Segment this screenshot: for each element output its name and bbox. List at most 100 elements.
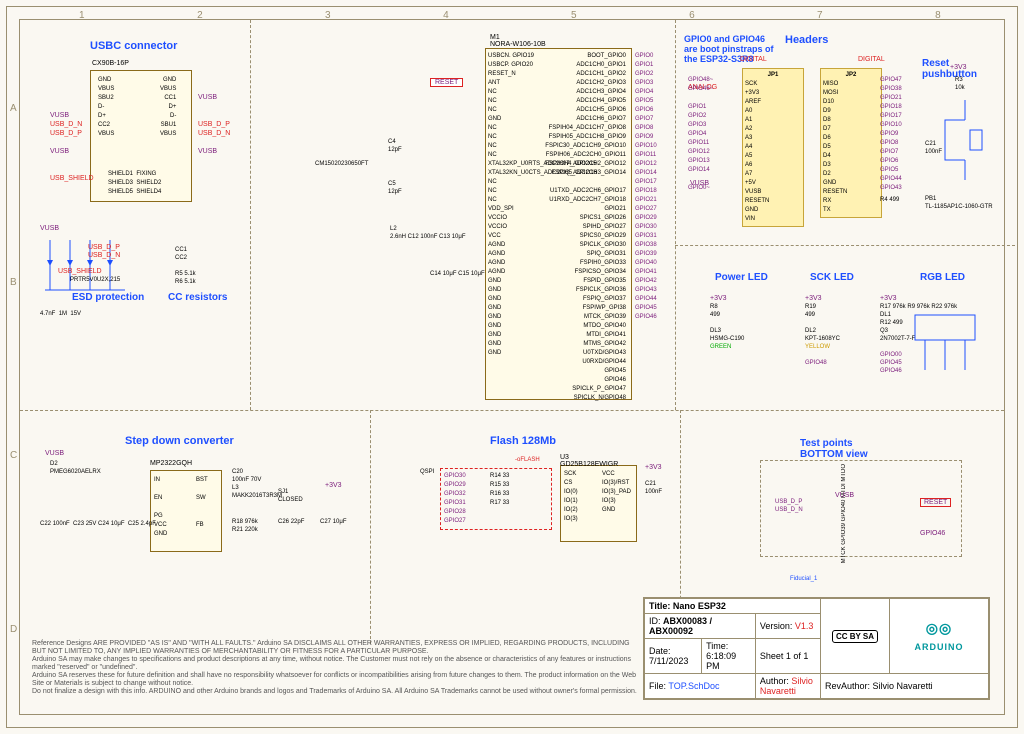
lbl: ID:: [649, 616, 661, 626]
flash-cap: C21100nF: [645, 480, 662, 496]
fiducial: Fiducial_1: [790, 575, 817, 583]
sd-c27: C27 10μF: [320, 518, 346, 526]
val: 12pF: [388, 189, 402, 195]
sect-rgb: RGB LED: [920, 272, 965, 283]
usbc-shield: SHIELD1 FIXINGSHIELD3 SHIELD2SHIELD5 SHI…: [108, 170, 161, 197]
sd-right: C20100nF 70VL3 MAKK2016T3R3M: [232, 468, 282, 500]
schematic-page: 1 2 3 4 5 6 7 8 A B C D USBC connector E…: [0, 0, 1024, 734]
grid-col-1: 1: [79, 10, 85, 21]
hdr-d2: DIGITAL: [858, 56, 885, 63]
jp1-nets: GPIO48~GPIO46~GPIO1GPIO2GPIO3GPIO4GPIO11…: [688, 76, 713, 193]
divider: [250, 20, 251, 410]
xtal: CM15020230650FT: [315, 160, 368, 168]
netlabel: VUSB: [198, 148, 217, 155]
lbl: Version:: [760, 621, 793, 631]
reset-label: RESET: [430, 78, 463, 87]
sect-sckled: SCK LED: [810, 272, 854, 283]
lbl: Time:: [706, 641, 728, 651]
val: 10μF: [443, 271, 457, 277]
arduino-logo: ◎◎ARDUINO: [915, 620, 964, 653]
netlabel: VUSB: [198, 94, 217, 101]
grid-row-d: D: [10, 624, 17, 635]
divider: [675, 20, 676, 410]
header-jp2: JP2 MISOMOSID10D9D8D7D6D5D4D3D2GNDRESETN…: [820, 68, 882, 218]
mcu-part: M1 NORA-W106-10B: [490, 34, 546, 48]
netlabel: USB_D_N: [50, 121, 82, 128]
lbl: Author:: [760, 676, 789, 686]
lbl: Sheet: [760, 651, 784, 661]
sect-headers: Headers: [785, 34, 828, 46]
grid-col-3: 3: [325, 10, 331, 21]
tp-vusb: VUSB: [835, 492, 854, 499]
sheet-frame: 1 2 3 4 5 6 7 8 A B C D USBC connector E…: [6, 6, 1018, 728]
sd-c26: C26 22pF: [278, 518, 304, 526]
v3v3: +3V3: [950, 64, 967, 71]
tp-reset: RESET: [920, 498, 951, 507]
vusb-lbl: VUSB: [690, 180, 709, 187]
hdr-labels-l: SCK+3V3AREFA0A1A2A3A4A5A6A7+5VVUSBRESETN…: [745, 80, 801, 224]
sckled-block: +3V3R19499 DL2KPT-1608YC YELLOW GPIO48: [805, 295, 840, 367]
sect-pled: Power LED: [715, 272, 768, 283]
caps: C412pF: [388, 138, 402, 154]
title-block: Title: Nano ESP32 CC BY SA ◎◎ARDUINO ID:…: [643, 597, 990, 700]
time: 6:18:09 PM: [706, 651, 736, 671]
esd-part: PRTR5V0U2X,215: [70, 276, 120, 284]
grid-row-b: B: [10, 277, 17, 288]
divider: [20, 410, 1004, 411]
netlabel: USB_D_P: [198, 121, 230, 128]
netlabel: USB_D_P: [88, 244, 120, 251]
val: 15V: [70, 311, 81, 317]
hdr-title: JP1: [745, 71, 801, 80]
netlabel: USB_SHIELD: [58, 268, 102, 275]
grid-col-8: 8: [935, 10, 941, 21]
flash-part: U3 GD25B128EWIGR: [560, 454, 618, 468]
sheet: 1 of 1: [786, 651, 809, 661]
divider: [675, 245, 1015, 246]
usbc-pins-r: GNDVBUSCC1D+D-SBU1VBUS: [160, 76, 176, 139]
r4: R4 499: [880, 196, 899, 204]
hdr-labels-r: MISOMOSID10D9D8D7D6D5D4D3D2GNDRESETNRXTX: [823, 80, 879, 215]
pb1: PB1 TL-1185AP1C-1060-GTR: [925, 195, 993, 211]
tp-gpio46: GPIO46: [920, 530, 945, 537]
netlabel: USB_D_N: [88, 252, 120, 259]
reset-cap: C21100nF: [925, 140, 942, 156]
caps: C14 10μF C15 10μF: [430, 270, 485, 278]
netlabel: VUSB: [50, 112, 69, 119]
sect-stepdown: Step down converter: [125, 435, 234, 447]
disclaimer: Reference Designs ARE PROVIDED "AS IS" A…: [32, 640, 644, 696]
val: 2.6nH: [390, 234, 406, 240]
grid-col-4: 4: [443, 10, 449, 21]
netlabel: VUSB: [45, 450, 64, 457]
sect-tp: Test points BOTTOM view: [800, 438, 868, 460]
sd-fb: R18 976kR21 220k: [232, 518, 258, 534]
cc-icon: CC BY SA: [832, 630, 878, 643]
cc-res: R5 5.1k R6 5.1k: [175, 270, 196, 286]
flash-sj: -oFLASH: [515, 456, 540, 464]
flash-pins-r: VCCIO(3)/RSTIO(3)_PADIO(3)GND: [602, 470, 631, 515]
grid-row-a: A: [10, 103, 17, 114]
val: 4.7nF: [40, 311, 55, 317]
caps: L22.6nH C12 100nF C13 10μF: [390, 225, 466, 241]
tp-top: MTCK GPIO39 GPIO40 MTDI MTDO: [840, 464, 848, 563]
usbc-pins-l: GNDVBUSSBU2D-D+CC2VBUS: [98, 76, 114, 139]
val: 10μF: [471, 271, 485, 277]
flash-res: R14 33R15 33R16 33R17 33: [490, 472, 509, 508]
sect-usbc: USBC connector: [90, 40, 177, 52]
tp-nets-l: USB_D_P USB_D_N: [775, 498, 803, 514]
caps: C512pF: [388, 180, 402, 196]
val: 1M: [59, 311, 67, 317]
v3v3: +3V3: [645, 464, 662, 471]
flash-nets: GPIO30GPIO29GPIO32GPIO31GPIO28GPIO27: [444, 472, 466, 526]
esd-vals: 4.7nF 1M 15V: [40, 310, 81, 318]
netlabel: VUSB: [40, 225, 59, 232]
rgb-sch: [875, 295, 1005, 405]
pled-block: +3V3R8499 DL3HSMG-C190 GREEN: [710, 295, 744, 351]
lbl: Title:: [649, 601, 670, 611]
grid-row-c: C: [10, 450, 17, 461]
grid-col-7: 7: [817, 10, 823, 21]
divider: [370, 410, 371, 644]
mcu-pins-right: BOOT_GPIO0ADC1CH0_GPIO1ADC1CH1_GPIO2ADC1…: [540, 52, 626, 403]
sd-caps-in: C22 100nF C23 25V C24 10μF C25 2.4pF: [40, 520, 156, 528]
usbc-part: CX90B-16P: [92, 60, 129, 67]
sheet-inner: 1 2 3 4 5 6 7 8 A B C D USBC connector E…: [19, 19, 1005, 715]
